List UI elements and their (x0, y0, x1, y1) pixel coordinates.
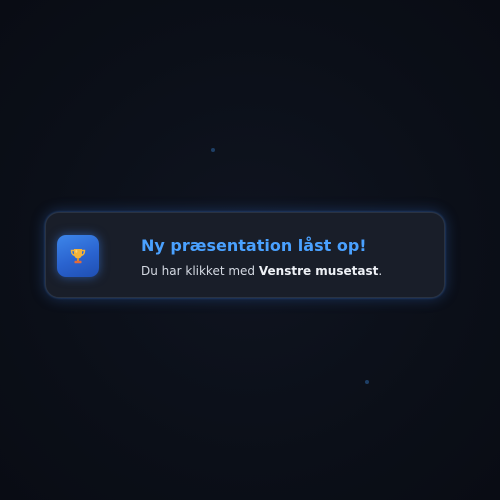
background-dot (365, 380, 369, 384)
notification-title: Ny præsentation låst op! (141, 236, 367, 255)
achievement-notification[interactable]: Ny præsentation låst op! Du har klikket … (45, 212, 445, 298)
background-dot (211, 148, 215, 152)
trophy-icon (70, 249, 86, 264)
message-prefix: Du har klikket med (141, 264, 259, 278)
desktop-background: Ny præsentation låst op! Du har klikket … (0, 0, 500, 500)
message-suffix: . (378, 264, 383, 278)
notification-message: Du har klikket med Venstre musetast. (141, 264, 382, 278)
message-key-name: Venstre musetast (258, 264, 379, 278)
achievement-badge (57, 235, 99, 277)
